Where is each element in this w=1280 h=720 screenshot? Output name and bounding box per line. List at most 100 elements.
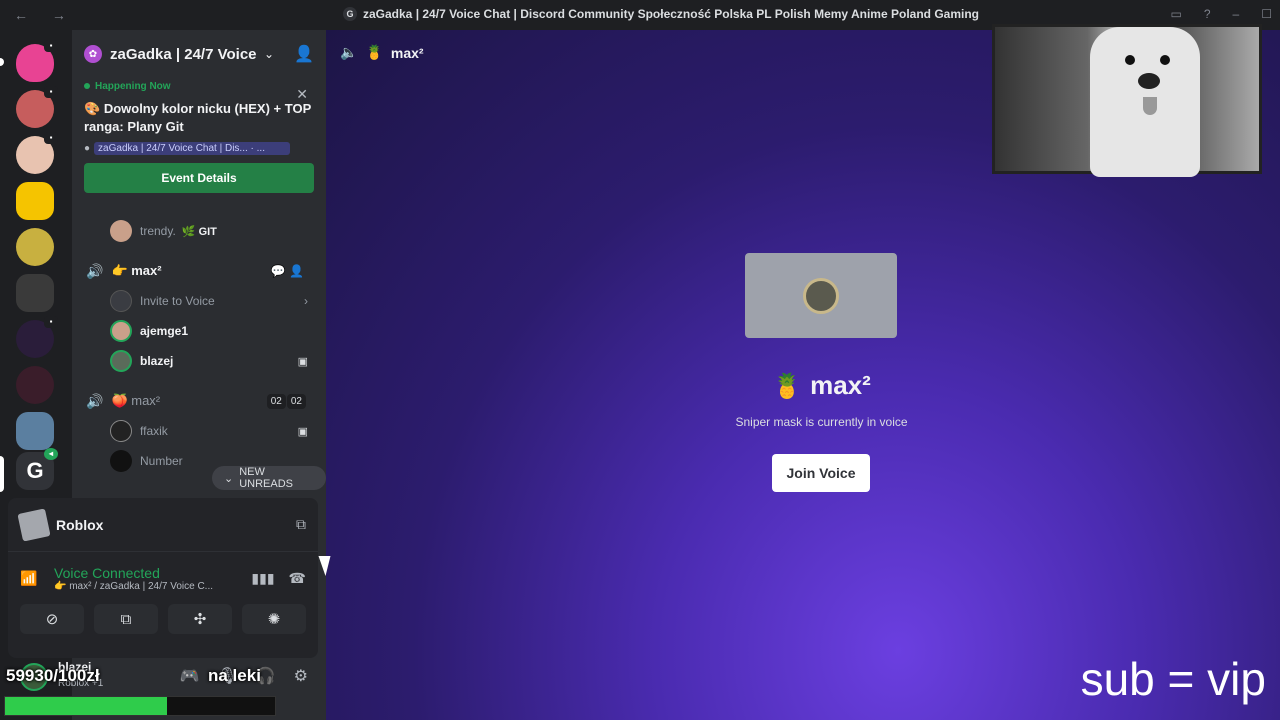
event-status: Happening Now — [84, 78, 314, 94]
location-pin-icon: ● — [84, 143, 91, 154]
controller-icon[interactable]: 🎮 — [180, 666, 200, 686]
guild-minion[interactable] — [16, 228, 54, 266]
guild-photo[interactable] — [16, 412, 54, 450]
screen-share-button[interactable]: ⧉ — [94, 604, 158, 634]
donation-progress-fill — [5, 697, 167, 715]
voice-connected-row: 📶 Voice Connected 👉 max² / zaGadka | 24/… — [8, 552, 318, 604]
server-name: zaGadka | 24/7 Voice... — [110, 45, 257, 63]
dog-nose — [1138, 73, 1160, 89]
app-icon: G — [343, 7, 357, 21]
voice-status-title: Voice Connected — [54, 564, 160, 581]
speaker-icon: 🔊 — [86, 262, 104, 279]
channel-emoji: 🍑 — [111, 393, 128, 408]
guild-avatar-2[interactable]: ▪ — [16, 132, 58, 174]
inbox-icon[interactable]: ▭ — [1171, 7, 1182, 21]
guild-lfg[interactable]: ▪ — [16, 316, 58, 358]
voice-controls: ⊘ ⧉ ✣ ✺ — [8, 604, 318, 634]
vip-overlay-text: sub = vip — [1080, 653, 1266, 705]
stage-title-text: max² — [810, 370, 871, 400]
soundboard-button[interactable]: ✺ — [242, 604, 306, 634]
camera-off-button[interactable]: ⊘ — [20, 604, 84, 634]
guild-yellow[interactable] — [16, 182, 54, 220]
live-dot — [84, 83, 90, 89]
member-name: Number — [140, 454, 183, 468]
donation-progress-bar — [4, 696, 276, 716]
new-unreads-button[interactable]: ⌄ NEW UNREADS — [212, 466, 326, 490]
guild-zagadka[interactable]: G ◂ — [16, 448, 58, 490]
activity-voice-panel: Roblox ⧉ 📶 Voice Connected 👉 max² / zaGa… — [8, 498, 318, 658]
member-name: trendy. — [140, 224, 176, 238]
dog-tongue — [1143, 97, 1157, 115]
close-icon[interactable]: ✕ — [296, 86, 308, 103]
stage-subtitle: Sniper mask is currently in voice — [735, 415, 908, 429]
member-name: ajemge1 — [140, 324, 189, 338]
server-header[interactable]: ✿ zaGadka | 24/7 Voice... ⌄ 👤 — [72, 30, 326, 78]
user-counter: 02 02 — [266, 393, 306, 409]
screen-share-icon[interactable]: ⧉ — [296, 516, 306, 533]
roblox-icon — [17, 507, 51, 542]
chat-icon[interactable]: 💬 👤 — [271, 264, 304, 278]
badge-icon: ▪ — [44, 86, 58, 98]
stage-header: 🔈 🍍 max² — [340, 44, 424, 61]
voice-status[interactable]: Voice Connected 👉 max² / zaGadka | 24/7 … — [54, 565, 237, 592]
event-status-text: Happening Now — [95, 80, 171, 92]
avatar — [110, 420, 132, 442]
server-icon: ✿ — [84, 45, 102, 63]
minimize-icon[interactable]: – — [1233, 7, 1240, 21]
voice-channel-row[interactable]: 🔊 🍑 max² 02 02 — [72, 388, 326, 414]
badge-icon: ▪ — [44, 40, 58, 52]
speaker-icon: 🔈 — [340, 44, 358, 60]
window-controls: ▭ ? – ☐ — [1171, 7, 1272, 21]
event-title: 🎨 Dowolny kolor nicku (HEX) + TOP ranga:… — [84, 101, 312, 134]
add-user-icon[interactable]: 👤 — [294, 44, 314, 64]
noise-suppression-icon[interactable]: ▮▮▮ — [251, 570, 274, 587]
goal-label: na leki — [208, 666, 261, 685]
voice-member-row[interactable]: ffaxik ▣ — [72, 418, 326, 444]
voice-channel-row[interactable]: 🔊 👉 max² 💬 👤 — [72, 258, 326, 284]
activity-row[interactable]: Roblox ⧉ — [8, 498, 318, 552]
window-title: G zaGadka | 24/7 Voice Chat | Discord Co… — [343, 7, 979, 21]
chevron-down-icon: ⌄ — [264, 47, 275, 61]
event-card: Happening Now ✕ 🎨 Dowolny kolor nicku (H… — [72, 78, 326, 193]
event-location[interactable]: ● zaGadka | 24/7 Voice Chat | Dis... · ..… — [84, 142, 314, 155]
disconnect-icon[interactable]: ☎ — [289, 570, 306, 587]
activity-name: Roblox — [56, 516, 104, 533]
unread-pill — [0, 58, 4, 66]
guild-heart[interactable]: ▪ — [16, 40, 58, 82]
voice-stage: 🔈 🍍 max² 🍍 max² Sniper mask is currently … — [326, 24, 1280, 720]
invite-row[interactable]: Invite to Voice › — [72, 288, 326, 314]
nav-arrows[interactable]: ← → — [14, 7, 76, 23]
chevron-right-icon: › — [304, 294, 308, 308]
gear-icon[interactable]: ⚙ — [294, 666, 308, 686]
guild-avatar-1[interactable]: ▪ — [16, 86, 58, 128]
new-unreads-label: NEW UNREADS — [239, 466, 294, 490]
voice-member-row[interactable]: ajemge1 — [72, 318, 326, 344]
voice-card — [745, 253, 897, 338]
event-details-button[interactable]: Event Details — [84, 163, 314, 193]
voice-channel-name: 🍑 max² — [111, 393, 160, 409]
active-pill — [0, 456, 4, 492]
member-row[interactable]: trendy. 🌿 GIT — [72, 218, 326, 244]
maximize-icon[interactable]: ☐ — [1261, 7, 1272, 21]
chevron-down-icon: ⌄ — [224, 472, 234, 485]
help-icon[interactable]: ? — [1204, 7, 1211, 21]
invite-label: Invite to Voice — [140, 294, 215, 308]
speaker-icon: 🔊 — [86, 392, 104, 409]
member-name: blazej — [140, 354, 174, 368]
voice-member-row[interactable]: blazej ▣ — [72, 348, 326, 374]
guild-dark[interactable] — [16, 274, 54, 312]
guild-valorant[interactable] — [16, 366, 54, 404]
member-name: ffaxik — [140, 424, 168, 438]
dog-eye — [1160, 55, 1170, 65]
badge-icon: ▪ — [44, 132, 58, 144]
signal-icon[interactable]: 📶 — [20, 570, 54, 587]
voice-status-detail: 👉 max² / zaGadka | 24/7 Voice C... — [54, 580, 214, 592]
join-voice-button[interactable]: Join Voice — [772, 454, 870, 492]
avatar — [110, 350, 132, 372]
member-tag-text: GIT — [198, 225, 217, 238]
channel-emoji: 🍍 — [365, 44, 383, 60]
activities-button[interactable]: ✣ — [168, 604, 232, 634]
activity-icon: ▣ — [297, 425, 308, 438]
invite-icon — [110, 290, 132, 312]
event-title-text: Dowolny kolor nicku (HEX) + TOP ranga: P… — [84, 101, 312, 134]
